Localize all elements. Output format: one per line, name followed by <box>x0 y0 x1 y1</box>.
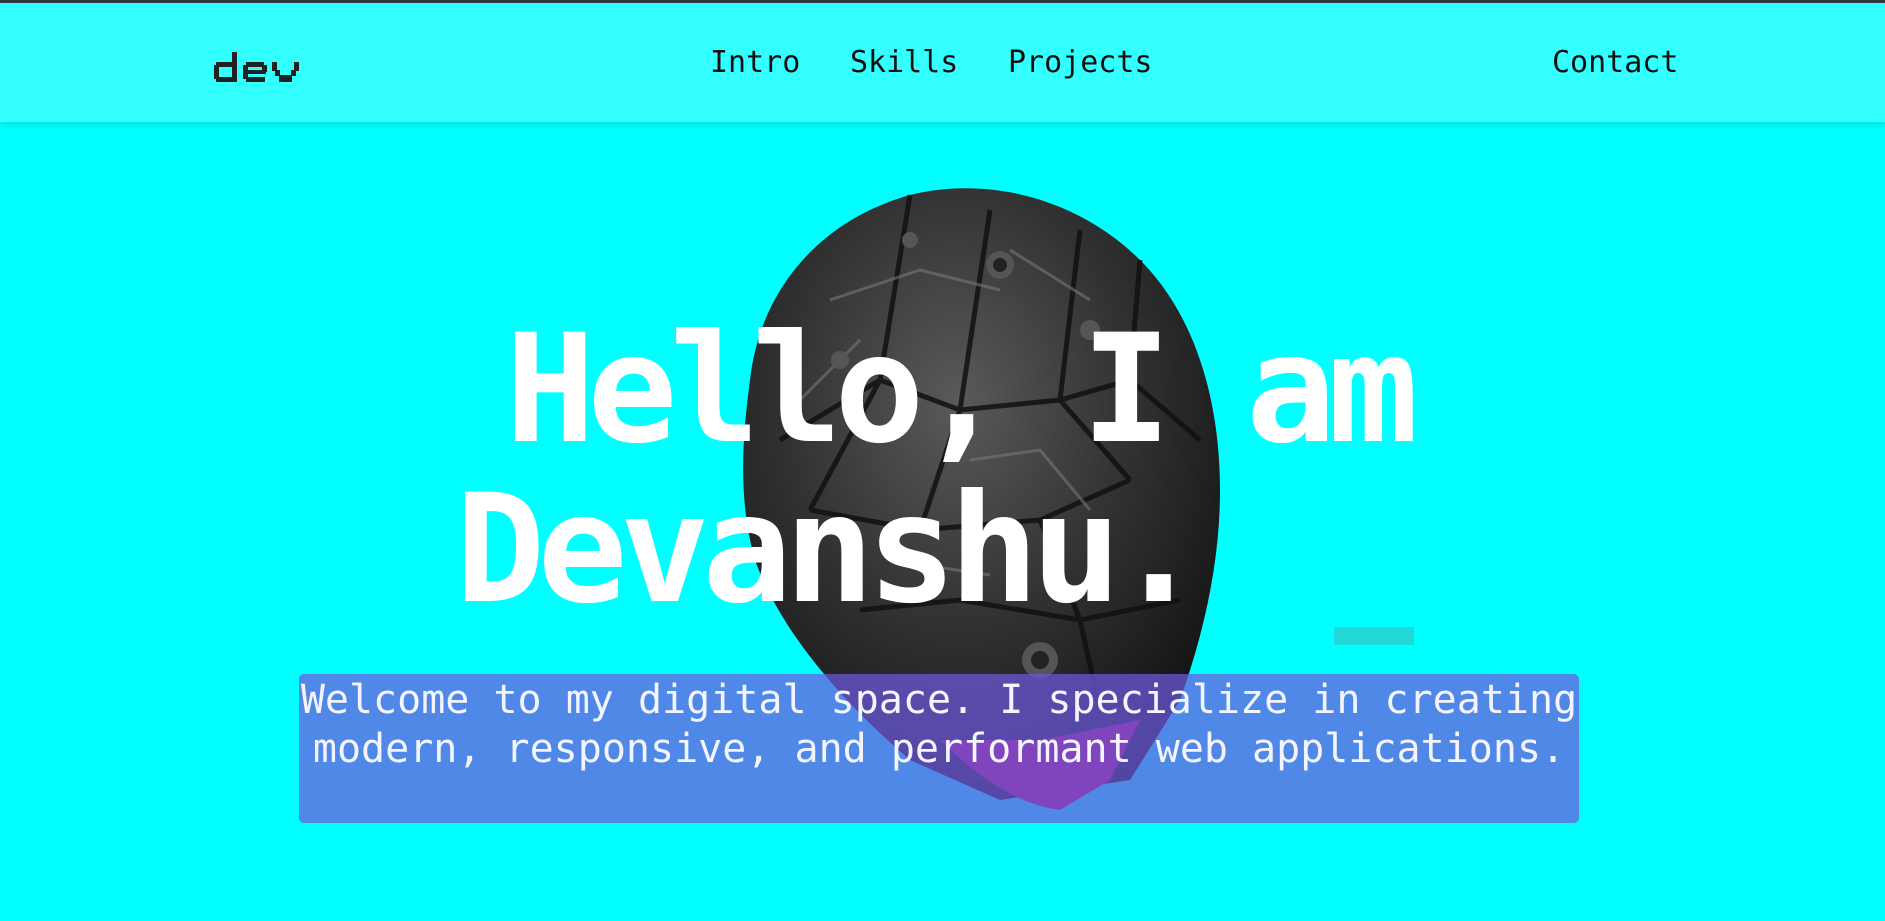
intro-box: Welcome to my digital space. I specializ… <box>299 674 1579 823</box>
hero-title-line1: Hello, I am <box>505 303 1418 477</box>
navbar: Intro Skills Projects Contact <box>0 3 1885 122</box>
nav-link-skills[interactable]: Skills <box>850 45 958 81</box>
nav-link-intro[interactable]: Intro <box>710 45 800 81</box>
nav-links: Intro Skills Projects Contact <box>0 3 1885 122</box>
intro-text: Welcome to my digital space. I specializ… <box>300 677 1578 772</box>
nav-link-projects[interactable]: Projects <box>1008 45 1153 81</box>
nav-link-contact[interactable]: Contact <box>1552 45 1678 81</box>
typing-cursor <box>1334 627 1414 645</box>
hero-title-line2: Devanshu. <box>455 463 1204 637</box>
page: Intro Skills Projects Contact Hello, I a… <box>0 0 1885 921</box>
